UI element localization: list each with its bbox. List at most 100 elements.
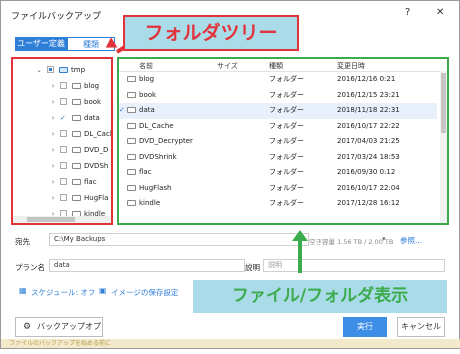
chevron-down-icon[interactable]: ⌄ xyxy=(35,63,43,77)
backup-dialog: ファイルバックアップ ? ✕ ユーザー定義 種類 ⌄ tmp › blog › … xyxy=(0,0,460,349)
tree-item-label: HugFla xyxy=(84,194,109,202)
description-field[interactable]: 説明 xyxy=(263,259,445,272)
tree-root-label: tmp xyxy=(71,66,86,74)
folder-icon xyxy=(72,147,81,153)
file-view-annotation: ファイル/フォルダ表示 xyxy=(193,280,447,313)
column-type[interactable]: 種類 xyxy=(269,61,283,71)
row-date: 2016/12/16 0:21 xyxy=(337,75,396,83)
list-vertical-scrollbar[interactable] xyxy=(440,71,447,223)
row-date: 2016/09/30 0:12 xyxy=(337,168,396,176)
backup-options-button[interactable]: ⚙ バックアップオプション xyxy=(15,317,103,349)
list-row[interactable]: DVD_Decrypter フォルダー 2017/04/03 21:25 xyxy=(119,134,437,150)
item-checkbox[interactable] xyxy=(60,178,67,185)
list-row[interactable]: flac フォルダー 2016/09/30 0:12 xyxy=(119,165,437,181)
tree-item-label: flac xyxy=(84,178,97,186)
item-checkbox[interactable] xyxy=(60,82,67,89)
tree-item-label: data xyxy=(84,114,100,122)
chevron-right-icon[interactable]: › xyxy=(49,111,57,125)
tree-item-label: blog xyxy=(84,82,100,90)
destination-field[interactable]: C:\My Backups xyxy=(49,233,309,246)
row-date: 2016/12/15 23:21 xyxy=(337,90,400,99)
folder-icon xyxy=(127,153,136,160)
chevron-right-icon[interactable]: › xyxy=(49,191,57,205)
root-checkbox[interactable] xyxy=(47,66,54,73)
chevron-right-icon[interactable]: › xyxy=(49,127,57,141)
item-checkbox[interactable] xyxy=(60,162,67,169)
destination-label: 宛先 xyxy=(15,237,30,246)
list-row[interactable]: HugFlash フォルダー 2016/10/17 22:04 xyxy=(119,181,437,197)
folder-icon xyxy=(127,200,136,206)
folder-icon xyxy=(72,83,81,89)
folder-tree[interactable]: ⌄ tmp › blog › book › ✓ data › DL_Cac › … xyxy=(11,57,113,225)
image-settings-link[interactable]: イメージの保存設定 xyxy=(111,287,178,298)
row-date: 2018/11/18 22:31 xyxy=(337,106,400,114)
folder-icon xyxy=(127,138,136,144)
browse-button[interactable]: 参照... xyxy=(400,235,422,246)
row-type: フォルダー xyxy=(269,75,304,83)
file-list[interactable]: 名前 サイズ 種類 変更日時 blog フォルダー 2016/12/16 0:2… xyxy=(117,57,449,225)
row-date: 2016/10/17 22:22 xyxy=(337,121,400,130)
help-button[interactable]: ? xyxy=(405,7,410,19)
list-row[interactable]: DVDShrink フォルダー 2017/03/24 18:53 xyxy=(119,150,437,166)
chevron-right-icon[interactable]: › xyxy=(49,175,57,189)
row-name: flac xyxy=(139,168,152,176)
chevron-right-icon[interactable]: › xyxy=(49,159,57,173)
column-date[interactable]: 変更日時 xyxy=(337,61,365,71)
tree-item-label: DVDSh xyxy=(84,162,109,170)
row-type: フォルダー xyxy=(269,121,304,130)
plan-name-label: プラン名 xyxy=(15,263,45,272)
folder-tree-annotation: フォルダツリー xyxy=(123,15,299,51)
list-header: 名前 サイズ 種類 変更日時 xyxy=(119,59,447,72)
cancel-button[interactable]: キャンセル xyxy=(397,317,445,337)
item-checkbox[interactable] xyxy=(60,130,67,137)
row-name: HugFlash xyxy=(139,183,172,192)
chevron-down-icon[interactable]: ▾ xyxy=(382,235,386,243)
chevron-right-icon[interactable]: › xyxy=(49,95,57,109)
item-checkbox[interactable] xyxy=(60,194,67,201)
row-date: 2017/04/03 21:25 xyxy=(337,137,400,145)
folder-icon xyxy=(127,184,136,191)
chevron-right-icon[interactable]: › xyxy=(49,79,57,93)
tree-item-label: book xyxy=(84,98,102,106)
schedule-link[interactable]: スケジュール: オフ xyxy=(31,287,95,298)
check-icon[interactable]: ✓ xyxy=(119,103,125,119)
tree-item-label: DVD_D xyxy=(84,146,109,154)
row-name: DVDShrink xyxy=(139,152,177,161)
folder-icon xyxy=(72,131,81,137)
close-button[interactable]: ✕ xyxy=(436,7,444,19)
run-button[interactable]: 実行 xyxy=(343,317,387,337)
scroll-thumb[interactable] xyxy=(441,73,446,133)
list-row[interactable]: book フォルダー 2016/12/15 23:21 xyxy=(119,88,437,104)
column-size[interactable]: サイズ xyxy=(217,61,238,71)
plan-name-field[interactable]: data xyxy=(49,259,245,272)
free-space-text: 空き容量 1.56 TB / 2.00 TB xyxy=(309,238,394,246)
row-type: フォルダー xyxy=(269,152,304,161)
scroll-thumb[interactable] xyxy=(27,217,75,222)
row-type: フォルダー xyxy=(269,137,304,145)
row-type: フォルダー xyxy=(269,199,304,207)
folder-icon xyxy=(127,91,136,98)
check-icon[interactable]: ✓ xyxy=(60,111,66,125)
row-name: DVD_Decrypter xyxy=(139,137,193,145)
folder-icon xyxy=(72,163,81,169)
folder-icon xyxy=(127,107,136,113)
folder-icon xyxy=(72,179,81,185)
row-type: フォルダー xyxy=(269,183,304,192)
calendar-icon: ▦ xyxy=(19,286,27,295)
list-row[interactable]: blog フォルダー 2016/12/16 0:21 xyxy=(119,72,437,88)
list-row[interactable]: DL_Cache フォルダー 2016/10/17 22:22 xyxy=(119,119,437,135)
item-checkbox[interactable] xyxy=(60,98,67,105)
row-name: blog xyxy=(139,75,155,83)
folder-icon xyxy=(72,115,81,121)
list-row[interactable]: kindle フォルダー 2017/12/28 16:12 xyxy=(119,196,437,212)
list-row-selected[interactable]: ✓ data フォルダー 2018/11/18 22:31 xyxy=(119,103,437,119)
tree-horizontal-scrollbar[interactable] xyxy=(13,216,111,223)
tab-user-defined[interactable]: ユーザー定義 xyxy=(15,37,67,51)
item-checkbox[interactable] xyxy=(60,146,67,153)
window-title: ファイルバックアップ xyxy=(11,12,102,22)
folder-icon xyxy=(59,67,68,73)
chevron-right-icon[interactable]: › xyxy=(49,143,57,157)
column-name[interactable]: 名前 xyxy=(139,61,153,71)
folder-icon xyxy=(72,195,81,201)
row-type: フォルダー xyxy=(269,90,304,99)
